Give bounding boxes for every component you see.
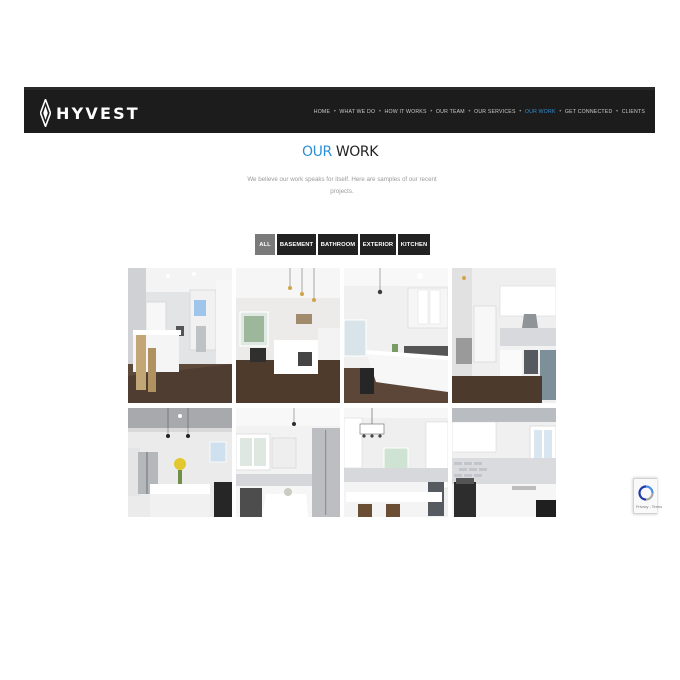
nav-link[interactable]: GET CONNECTED xyxy=(565,109,612,115)
nav-separator: • xyxy=(519,108,522,115)
top-navbar: HYVEST HOME • WHAT WE DO • HOW IT WORKS • OUR … xyxy=(24,87,655,133)
nav-item-get-connected[interactable]: GET CONNECTED • xyxy=(565,109,622,115)
recaptcha-icon xyxy=(638,485,654,501)
gallery-photo[interactable] xyxy=(344,268,448,403)
recaptcha-badge[interactable]: Privacy - Terms xyxy=(633,478,662,514)
nav-separator: • xyxy=(559,108,562,115)
brand-logo[interactable]: HYVEST xyxy=(40,99,140,127)
nav-item-home[interactable]: HOME • xyxy=(314,109,340,115)
brand-name: HYVEST xyxy=(56,103,140,123)
nav-link[interactable]: WHAT WE DO xyxy=(339,109,375,115)
gallery-photo[interactable] xyxy=(236,408,340,517)
nav-link[interactable]: OUR SERVICES xyxy=(474,109,516,115)
page-title-main: WORK xyxy=(335,144,379,160)
filter-kitchen-button[interactable]: KITCHEN xyxy=(398,234,430,255)
gallery-photo[interactable] xyxy=(452,268,556,403)
intro-line: We believe our work speaks for itself. H… xyxy=(247,176,437,183)
intro-text: We believe our work speaks for itself. H… xyxy=(238,174,446,197)
nav-separator: • xyxy=(430,108,433,115)
nav-item-our-services[interactable]: OUR SERVICES • xyxy=(474,109,525,115)
gallery-photo[interactable] xyxy=(128,268,232,403)
nav-separator: • xyxy=(468,108,471,115)
nav-separator: • xyxy=(333,108,336,115)
portfolio-filters: ALL BASEMENT BATHROOM EXTERIOR KITCHEN xyxy=(255,234,430,255)
gallery-photo[interactable] xyxy=(236,268,340,403)
filter-all-button[interactable]: ALL xyxy=(255,234,275,255)
nav-item-our-team[interactable]: OUR TEAM • xyxy=(436,109,474,115)
gallery-photo[interactable] xyxy=(344,408,448,517)
portfolio-gallery xyxy=(128,268,556,517)
gallery-photo[interactable] xyxy=(452,408,556,517)
filter-exterior-button[interactable]: EXTERIOR xyxy=(360,234,396,255)
recaptcha-text[interactable]: Privacy - Terms xyxy=(636,505,662,509)
nav-link[interactable]: OUR WORK xyxy=(525,109,556,115)
nav-separator: • xyxy=(378,108,381,115)
gallery-photo[interactable] xyxy=(128,408,232,517)
nav-item-clients[interactable]: CLIENTS xyxy=(622,109,645,115)
intro-line: projects. xyxy=(330,187,354,195)
page-title: OUR WORK xyxy=(0,144,680,161)
nav-item-how-it-works[interactable]: HOW IT WORKS • xyxy=(385,109,436,115)
nav-separator: • xyxy=(615,108,619,115)
nav-item-our-work[interactable]: OUR WORK • xyxy=(525,109,565,115)
nav-item-what-we-do[interactable]: WHAT WE DO • xyxy=(339,109,384,115)
filter-basement-button[interactable]: BASEMENT xyxy=(277,234,316,255)
diamond-logo-icon xyxy=(40,99,51,127)
nav-link[interactable]: OUR TEAM xyxy=(436,109,465,115)
page-title-accent: OUR xyxy=(301,144,332,160)
nav-link[interactable]: HOME xyxy=(314,109,330,115)
nav-link[interactable]: CLIENTS xyxy=(622,109,645,115)
nav-link[interactable]: HOW IT WORKS xyxy=(385,109,427,115)
filter-bathroom-button[interactable]: BATHROOM xyxy=(318,234,358,255)
main-menu: HOME • WHAT WE DO • HOW IT WORKS • OUR TEAM • OU… xyxy=(314,90,645,133)
